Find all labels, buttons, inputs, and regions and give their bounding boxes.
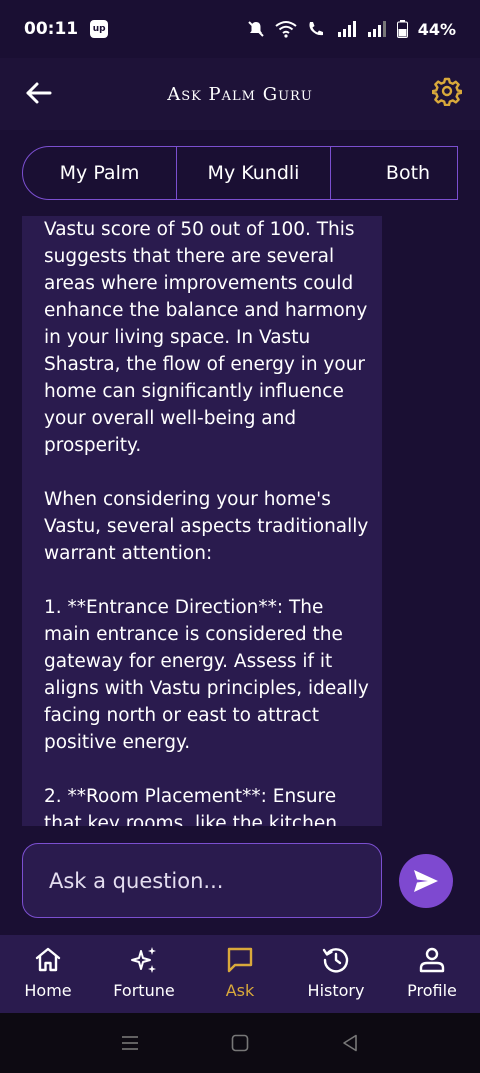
question-input-placeholder: Ask a question... xyxy=(49,868,224,893)
app-header: Ask Palm Guru xyxy=(0,58,480,130)
home-icon xyxy=(35,947,61,972)
nav-profile[interactable]: Profile xyxy=(384,935,480,1013)
signal-icon xyxy=(337,21,356,37)
chat-message-text: your home's Vastu, you have a Vastu scor… xyxy=(44,219,369,826)
gear-icon xyxy=(431,77,463,107)
nav-fortune[interactable]: Fortune xyxy=(96,935,192,1013)
status-right: 44% xyxy=(247,20,456,39)
nav-ask-label: Ask xyxy=(225,981,255,1000)
question-input[interactable]: Ask a question... xyxy=(22,843,382,918)
back-triangle-icon[interactable] xyxy=(340,1033,360,1053)
battery-icon xyxy=(396,20,408,38)
tab-bar: My Palm My Kundli Both xyxy=(22,146,458,200)
battery-percent: 44% xyxy=(417,19,456,39)
page-title: Ask Palm Guru xyxy=(167,83,313,105)
signal-icon-2 xyxy=(367,21,386,37)
app-badge-icon: up xyxy=(90,20,109,38)
system-nav-bar xyxy=(0,1013,480,1073)
home-button-icon[interactable] xyxy=(230,1033,250,1053)
settings-button[interactable] xyxy=(431,76,463,107)
tab-both[interactable]: Both xyxy=(331,147,457,199)
nav-fortune-label: Fortune xyxy=(113,981,175,1000)
nav-home[interactable]: Home xyxy=(0,935,96,1013)
recent-apps-icon[interactable] xyxy=(120,1033,140,1053)
status-bar: 00:11 up 44% xyxy=(0,0,480,58)
arrow-left-icon xyxy=(26,82,52,104)
back-button[interactable] xyxy=(24,78,54,108)
send-icon xyxy=(414,870,438,892)
status-left: 00:11 up xyxy=(24,19,109,39)
call-icon xyxy=(309,22,323,36)
nav-history[interactable]: History xyxy=(288,935,384,1013)
nav-profile-label: Profile xyxy=(407,981,457,1000)
sparkles-icon xyxy=(131,947,156,973)
nav-home-label: Home xyxy=(24,981,72,1000)
chat-message-bubble[interactable]: your home's Vastu, you have a Vastu scor… xyxy=(22,216,382,826)
wifi-icon xyxy=(275,21,297,38)
nav-history-label: History xyxy=(307,981,365,1000)
history-icon xyxy=(322,948,349,973)
chat-bubble-icon xyxy=(227,947,253,973)
person-icon xyxy=(419,947,445,973)
bottom-nav: Home Fortune Ask History Profile xyxy=(0,935,480,1013)
status-time: 00:11 xyxy=(24,19,79,39)
mute-icon xyxy=(247,21,264,37)
nav-ask[interactable]: Ask xyxy=(192,935,288,1013)
tab-my-palm[interactable]: My Palm xyxy=(23,147,177,199)
send-button[interactable] xyxy=(399,854,453,908)
tab-my-kundli[interactable]: My Kundli xyxy=(177,147,331,199)
